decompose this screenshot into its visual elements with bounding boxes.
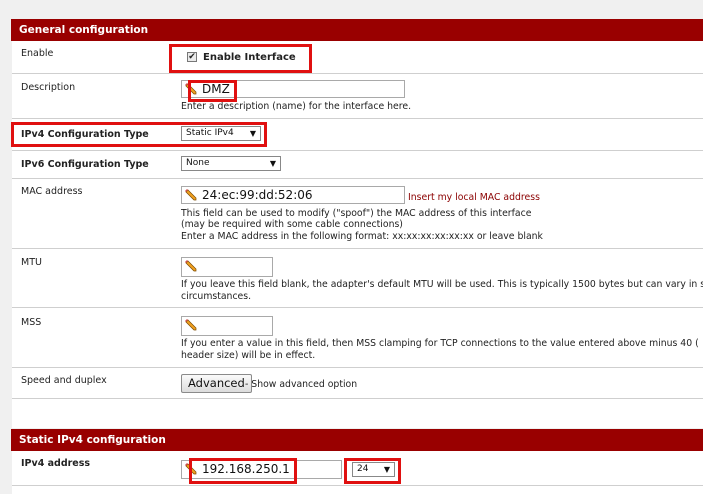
insert-mac-link[interactable]: Insert my local MAC address	[408, 192, 540, 204]
mac-label: MAC address	[21, 186, 83, 197]
advanced-button[interactable]: Advanced	[181, 374, 252, 393]
row-ipv4-type: IPv4 Configuration Type Static IPv4 ▼	[12, 119, 703, 151]
ipv4-address-value: 192.168.250.1	[202, 462, 290, 476]
row-mss: MSS If you enter a value in this field, …	[12, 308, 703, 368]
enable-checkbox-label[interactable]: Enable Interface	[203, 52, 296, 63]
ipv4-type-select[interactable]: Static IPv4 ▼	[181, 126, 261, 141]
description-label: Description	[21, 82, 76, 93]
ipv6-type-select[interactable]: None ▼	[181, 156, 281, 171]
static-ipv4-header: Static IPv4 configuration	[11, 429, 703, 451]
dropdown-arrow-icon: ▼	[269, 159, 276, 168]
mac-input[interactable]: 24:ec:99:dd:52:06	[181, 186, 405, 204]
enable-checkbox[interactable]: ✔	[187, 52, 197, 62]
ipv4-address-label: IPv4 address	[21, 458, 91, 469]
mss-label: MSS	[21, 317, 42, 328]
row-mtu: MTU If you leave this field blank, the a…	[12, 249, 703, 308]
pencil-icon	[185, 260, 197, 272]
description-input[interactable]: DMZ	[181, 80, 405, 98]
ipv4-address-input[interactable]: 192.168.250.1	[181, 460, 342, 479]
mss-input[interactable]	[181, 316, 273, 336]
row-speed-duplex: Speed and duplex Advanced - Show advance…	[12, 368, 703, 399]
description-help: Enter a description (name) for the inter…	[181, 101, 412, 112]
subnet-mask-select[interactable]: 24 ▼	[352, 462, 395, 477]
pencil-icon	[185, 319, 197, 331]
row-enable: Enable ✔ Enable Interface	[12, 41, 703, 74]
mac-help-2: (may be required with some cable connect…	[181, 219, 403, 230]
ipv6-type-label: IPv6 Configuration Type	[21, 159, 149, 170]
page-background: General configuration Enable ✔ Enable In…	[0, 0, 703, 494]
section-spacer	[12, 399, 703, 428]
mac-help-3: Enter a MAC address in the following for…	[181, 231, 543, 242]
ipv4-type-value: Static IPv4	[186, 128, 234, 138]
speed-duplex-label: Speed and duplex	[21, 375, 107, 386]
enable-label: Enable	[21, 48, 54, 59]
advanced-suffix: - Show advanced option	[245, 379, 358, 390]
general-config-header: General configuration	[11, 19, 703, 41]
pencil-icon	[185, 83, 197, 95]
mtu-help-1: If you leave this field blank, the adapt…	[181, 279, 703, 290]
ipv6-type-value: None	[186, 158, 210, 168]
mac-value: 24:ec:99:dd:52:06	[202, 188, 313, 202]
mtu-help-2: circumstances.	[181, 291, 252, 302]
next-row-partial	[12, 486, 703, 494]
mss-help-2: header size) will be in effect.	[181, 350, 316, 361]
dropdown-arrow-icon: ▼	[249, 129, 256, 138]
ipv4-type-label: IPv4 Configuration Type	[21, 129, 149, 140]
row-ipv4-address: IPv4 address 192.168.250.1 24 ▼	[12, 451, 703, 486]
row-ipv6-type: IPv6 Configuration Type None ▼	[12, 151, 703, 179]
description-value: DMZ	[202, 82, 230, 96]
mtu-input[interactable]	[181, 257, 273, 277]
subnet-mask-value: 24	[357, 464, 369, 474]
row-mac: MAC address 24:ec:99:dd:52:06 Insert my …	[12, 179, 703, 249]
dropdown-arrow-icon: ▼	[383, 465, 390, 474]
mac-help-1: This field can be used to modify ("spoof…	[181, 208, 532, 219]
pencil-icon	[185, 463, 197, 475]
row-description: Description DMZ Enter a description (nam…	[12, 74, 703, 119]
mss-help-1: If you enter a value in this field, then…	[181, 338, 699, 349]
mtu-label: MTU	[21, 257, 42, 268]
pencil-icon	[185, 189, 197, 201]
